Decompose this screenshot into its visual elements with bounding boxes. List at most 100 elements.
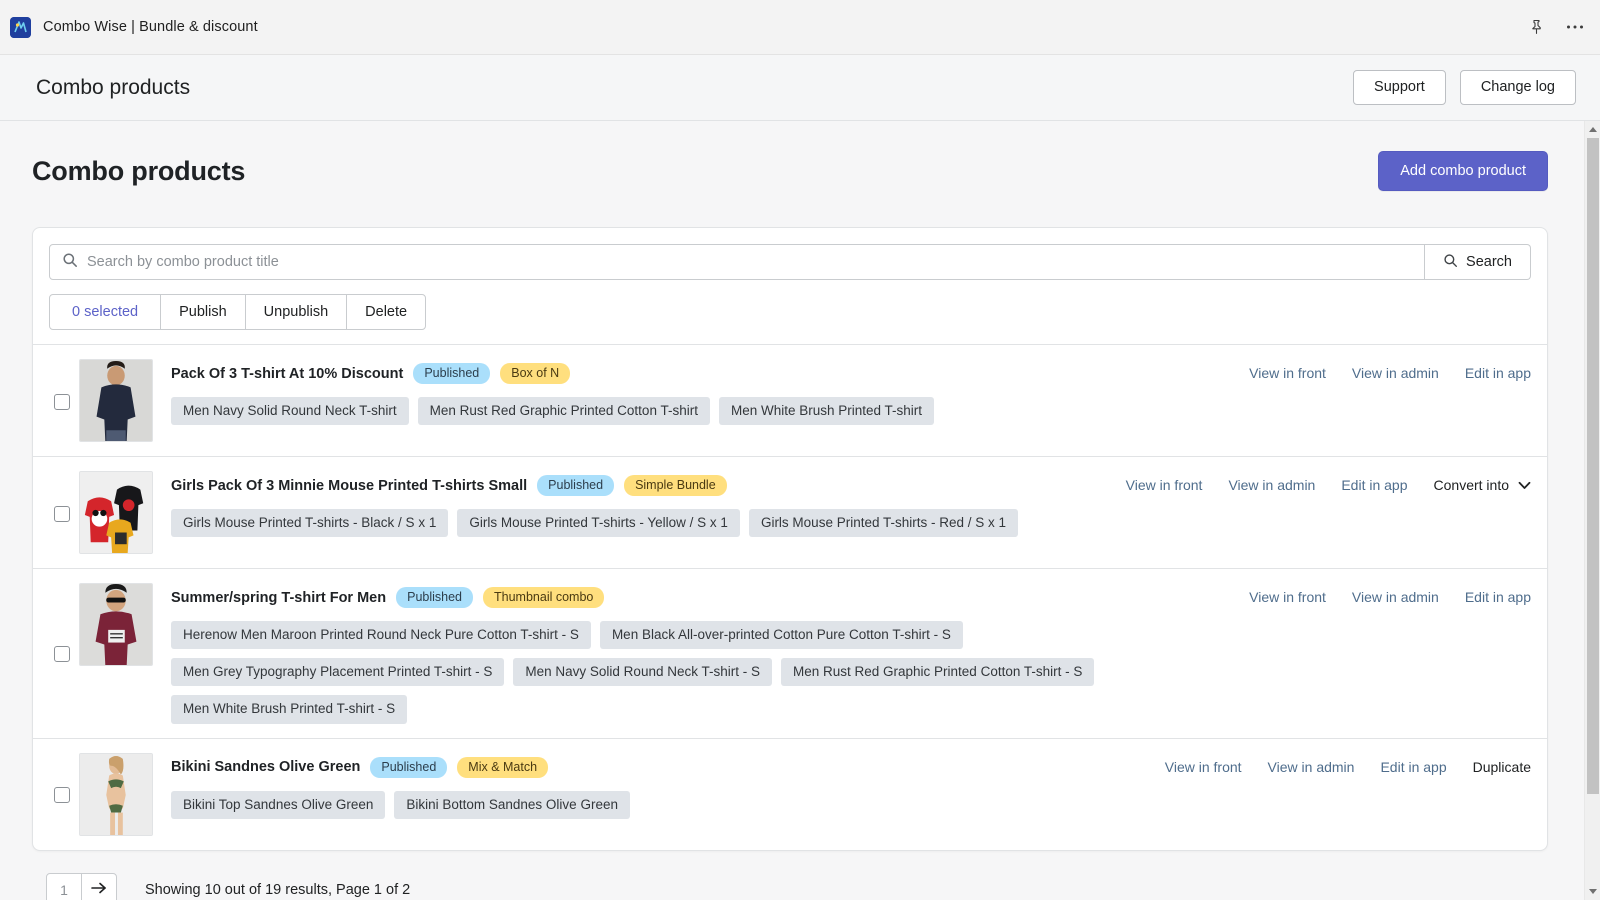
combo-products-card: Search 0 selected Publish Unpublish Dele… [32,227,1548,851]
scrollbar-thumb[interactable] [1586,138,1599,794]
title-bar-controls [1529,19,1584,35]
edit-in-app-link[interactable]: Edit in app [1465,365,1531,381]
convert-into-dropdown[interactable]: Convert into [1434,477,1531,493]
row-title-line: Bikini Sandnes Olive Green Published Mix… [171,756,1143,778]
pin-icon[interactable] [1529,19,1544,35]
search-input[interactable] [87,254,1413,270]
pagination-summary: Showing 10 out of 19 results, Page 1 of … [145,881,411,898]
row-thumbnail-cell [79,359,153,442]
product-variant-tag: Girls Mouse Printed T-shirts - Yellow / … [457,509,740,538]
view-in-admin-link[interactable]: View in admin [1228,477,1315,493]
title-bar-text: Combo Wise | Bundle & discount [43,19,258,35]
product-variant-tag: Men Rust Red Graphic Printed Cotton T-sh… [417,397,710,426]
row-title-line: Summer/spring T-shirt For Men Published … [171,587,1227,608]
row-checkbox-cell [45,392,79,410]
arrow-right-icon [90,881,108,898]
edit-in-app-link[interactable]: Edit in app [1465,589,1531,605]
edit-in-app-link[interactable]: Edit in app [1380,759,1446,775]
combo-product-row: Bikini Sandnes Olive Green Published Mix… [33,737,1547,850]
edit-in-app-link[interactable]: Edit in app [1341,477,1407,493]
product-variant-tag: Bikini Top Sandnes Olive Green [171,790,386,819]
product-variant-tag: Girls Mouse Printed T-shirts - Red / S x… [748,509,1019,538]
row-actions: View in front View in admin Edit in app [1227,583,1531,605]
search-icon [62,252,78,273]
variant-tag-list: Herenow Men Maroon Printed Round Neck Pu… [171,621,1227,724]
view-in-admin-link[interactable]: View in admin [1352,589,1439,605]
combo-product-row: Pack Of 3 T-shirt At 10% Discount Publis… [33,344,1547,456]
status-badge: Published [413,363,491,384]
ellipsis-icon[interactable] [1566,24,1584,30]
row-checkbox[interactable] [54,505,70,522]
scroll-down-icon[interactable] [1585,883,1600,900]
search-button[interactable]: Search [1425,244,1531,280]
row-thumbnail-cell [79,752,153,836]
product-variant-tag: Men Navy Solid Round Neck T-shirt [171,397,409,426]
next-page-button[interactable] [81,872,117,900]
combo-type-badge: Thumbnail combo [483,587,605,608]
view-in-front-link[interactable]: View in front [1126,477,1203,493]
row-actions: View in front View in admin Edit in app Co… [1104,471,1531,493]
view-in-front-link[interactable]: View in front [1249,589,1326,605]
row-checkbox[interactable] [54,787,70,804]
product-variant-tag: Men Black All-over-printed Cotton Pure C… [599,621,963,650]
row-thumbnail-cell [79,471,153,554]
product-variant-tag: Men Rust Red Graphic Printed Cotton T-sh… [780,658,1095,687]
view-in-admin-link[interactable]: View in admin [1352,365,1439,381]
scroll-up-icon[interactable] [1585,121,1600,138]
view-in-front-link[interactable]: View in front [1249,365,1326,381]
selected-count-button[interactable]: 0 selected [49,294,162,330]
combo-product-title[interactable]: Pack Of 3 T-shirt At 10% Discount [171,366,403,382]
variant-tag-list: Girls Mouse Printed T-shirts - Black / S… [171,509,1104,538]
woman-olive-bikini-photo [79,752,153,836]
combo-type-badge: Simple Bundle [624,475,727,496]
vertical-scrollbar[interactable] [1584,121,1600,900]
combo-product-title[interactable]: Girls Pack Of 3 Minnie Mouse Printed T-s… [171,478,527,494]
search-button-icon [1443,253,1458,272]
body-wrapper: Combo products Add combo product Search … [0,121,1600,900]
convert-into-label: Convert into [1433,477,1509,493]
combo-products-list: Pack Of 3 T-shirt At 10% Discount Publis… [33,344,1547,850]
search-field[interactable] [49,244,1426,280]
duplicate-action[interactable]: Duplicate [1473,759,1531,775]
title-bar: Combo Wise | Bundle & discount [0,0,1600,55]
combo-type-badge: Mix & Match [457,756,549,778]
support-button[interactable]: Support [1353,69,1446,106]
row-actions: View in front View in admin Edit in app Dup… [1143,753,1531,775]
view-in-front-link[interactable]: View in front [1165,759,1242,775]
product-variant-tag: Girls Mouse Printed T-shirts - Black / S… [171,509,449,538]
row-checkbox-cell [45,644,79,663]
combo-product-title[interactable]: Bikini Sandnes Olive Green [171,759,360,775]
row-thumbnail-cell [79,583,153,666]
delete-button[interactable]: Delete [346,294,427,330]
product-variant-tag: Men Navy Solid Round Neck T-shirt - S [513,658,772,687]
man-maroon-tshirt-photo [79,583,153,666]
status-badge: Published [370,756,448,778]
product-variant-tag: Men White Brush Printed T-shirt - S [171,695,408,724]
combo-product-row: Girls Pack Of 3 Minnie Mouse Printed T-s… [33,456,1547,568]
page-number-button[interactable]: 1 [46,872,82,900]
scrollbar-track[interactable] [1585,138,1600,883]
combo-wise-app-icon [10,16,31,38]
bulk-actions-bar: 0 selected Publish Unpublish Delete [33,280,1547,330]
publish-button[interactable]: Publish [160,294,246,330]
app-window: Combo Wise | Bundle & discount Combo pro… [0,0,1600,900]
main-content: Combo products Add combo product Search … [0,121,1584,900]
row-details: Pack Of 3 T-shirt At 10% Discount Publis… [171,359,1227,426]
combo-product-title[interactable]: Summer/spring T-shirt For Men [171,590,386,606]
change-log-button[interactable]: Change log [1459,69,1576,106]
app-header-title: Combo products [36,75,191,99]
row-details: Girls Pack Of 3 Minnie Mouse Printed T-s… [171,471,1104,538]
add-combo-product-button[interactable]: Add combo product [1378,151,1548,191]
man-navy-tshirt-photo [79,359,153,442]
app-header: Combo products Support Change log [0,55,1600,121]
row-actions: View in front View in admin Edit in app [1227,359,1531,381]
view-in-admin-link[interactable]: View in admin [1268,759,1355,775]
row-checkbox[interactable] [54,646,70,663]
pagination: 1 Showing 10 out of 19 results, Page 1 o… [32,851,1548,900]
status-badge: Published [396,587,474,608]
product-variant-tag: Men Grey Typography Placement Printed T-… [171,658,505,687]
row-details: Bikini Sandnes Olive Green Published Mix… [171,753,1143,819]
girls-minnie-tshirts-photo [79,471,153,554]
row-checkbox[interactable] [54,393,70,410]
unpublish-button[interactable]: Unpublish [244,294,348,330]
